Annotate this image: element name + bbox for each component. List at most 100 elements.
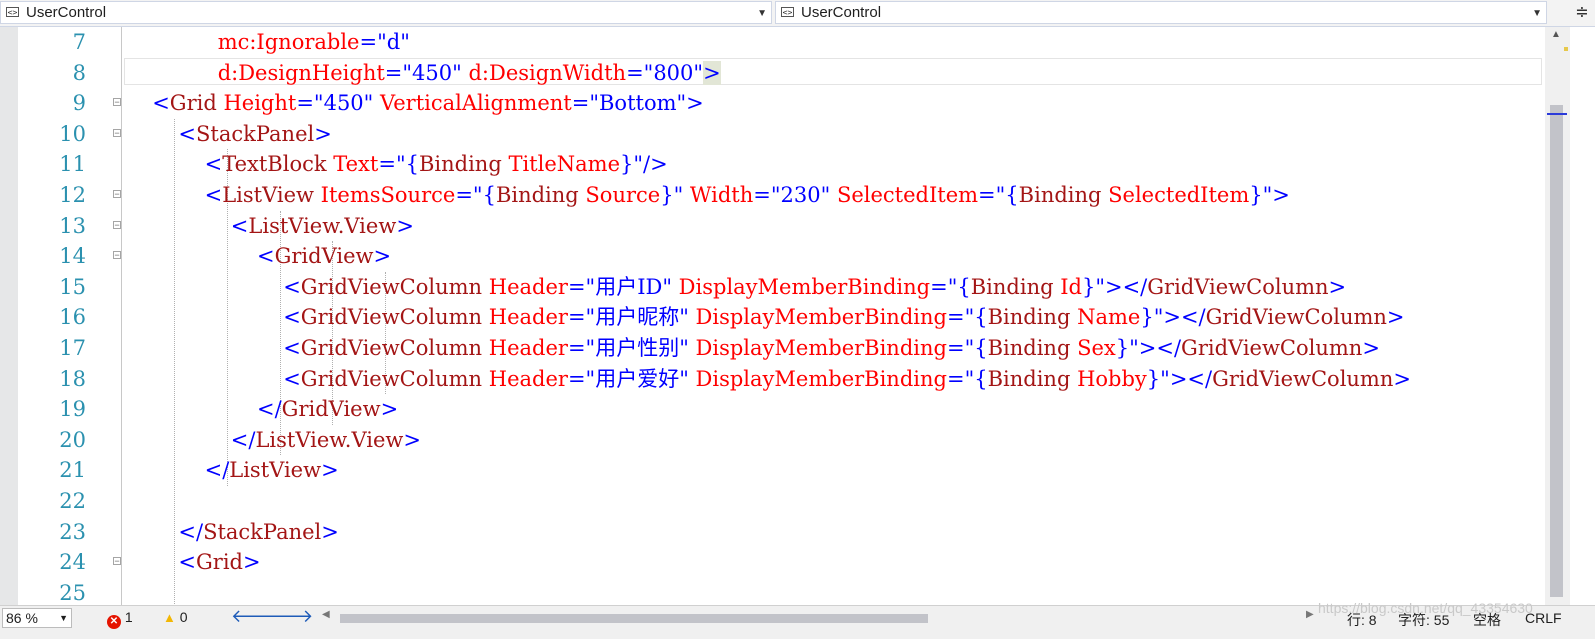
code-token: >: [703, 60, 721, 85]
code-line[interactable]: 8 d:DesignHeight="450" d:DesignWidth="800…: [0, 58, 1570, 89]
code-line[interactable]: 9 − <Grid Height="450" VerticalAlignment="…: [0, 88, 1570, 119]
zoom-value: 86 %: [6, 610, 38, 626]
code-token: >: [380, 397, 399, 422]
code-token: GridViewColumn: [300, 336, 489, 360]
split-window-icon[interactable]: ≑: [1571, 2, 1593, 24]
code-token: Binding: [418, 152, 509, 177]
collapse-icon[interactable]: −: [113, 98, 121, 107]
code-token: }"/>: [620, 152, 668, 177]
code-line[interactable]: 17 <GridViewColumn Header="用户性别" DisplayM…: [0, 333, 1570, 364]
code-token: SelectedItem: [836, 183, 979, 207]
code-line[interactable]: 22: [0, 486, 1570, 517]
code-token: ="{: [930, 274, 971, 299]
collapse-icon[interactable]: −: [113, 251, 121, 260]
code-token: DisplayMemberBinding: [695, 336, 947, 360]
code-token: ListView: [229, 458, 322, 483]
code-token: Binding: [987, 336, 1078, 360]
scroll-up-icon[interactable]: ▲: [1551, 29, 1561, 40]
code-line[interactable]: 21 </ListView>: [0, 455, 1570, 486]
code-token: Binding: [495, 183, 586, 207]
horizontal-scroll-thumb[interactable]: [340, 614, 928, 623]
code-token: >: [1393, 366, 1411, 391]
code-line[interactable]: 15 <GridViewColumn Header="用户ID" DisplayM…: [0, 272, 1570, 303]
xaml-element-icon: <>: [781, 7, 794, 17]
code-text: <GridViewColumn Header="用户ID" DisplayMem…: [283, 272, 1346, 303]
code-token: Binding: [987, 305, 1078, 330]
code-token: ="用户爱好": [567, 366, 696, 391]
code-token: }"></: [1115, 336, 1182, 360]
collapse-icon[interactable]: −: [113, 190, 121, 199]
code-text: </GridView>: [257, 394, 398, 425]
line-number: 25: [59, 580, 86, 605]
code-text: <GridViewColumn Header="用户昵称" DisplayMem…: [283, 302, 1404, 333]
collapse-icon[interactable]: −: [113, 128, 121, 137]
line-ending-indicator[interactable]: CRLF: [1525, 610, 1562, 626]
code-token: TextBlock: [222, 152, 334, 177]
scroll-right-icon[interactable]: ▶: [1306, 609, 1314, 620]
code-token: Id: [1060, 274, 1082, 299]
error-count-button[interactable]: ✕ 1: [107, 609, 133, 629]
code-token: ="Bottom">: [571, 91, 704, 116]
warning-count-button[interactable]: ▲ 0: [163, 609, 188, 625]
horizontal-scrollbar[interactable]: ◀ ▶: [318, 608, 1318, 628]
code-line[interactable]: 24 − <Grid>: [0, 547, 1570, 578]
code-token: d:DesignHeight: [217, 60, 385, 85]
vertical-scrollbar[interactable]: ▲: [1545, 27, 1570, 605]
code-text: <GridView>: [257, 241, 391, 272]
code-line[interactable]: 13 − <ListView.View>: [0, 211, 1570, 242]
code-text: <GridViewColumn Header="用户爱好" DisplayMem…: [283, 364, 1411, 395]
line-number: 21: [59, 458, 86, 483]
code-token: ="450": [296, 91, 380, 116]
code-text: <ListView ItemsSource="{Binding Source}"…: [205, 180, 1290, 211]
code-token: <: [204, 183, 223, 207]
code-token: mc:Ignorable: [217, 30, 360, 54]
zoom-dropdown[interactable]: 86 % ▼: [2, 608, 72, 628]
code-token: ="d": [359, 30, 410, 54]
code-token: </: [230, 427, 256, 452]
code-token: Header: [488, 305, 568, 330]
code-token: ="用户性别": [567, 336, 696, 360]
code-token: StackPanel: [196, 121, 315, 146]
scroll-left-icon[interactable]: ◀: [322, 609, 330, 620]
code-token: }"></: [1146, 366, 1213, 391]
caret-position-marker: [1547, 113, 1567, 115]
code-line[interactable]: 10 − <StackPanel>: [0, 119, 1570, 150]
code-line[interactable]: 7 mc:Ignorable="d": [0, 27, 1570, 58]
line-number: 19: [59, 397, 86, 422]
code-token: GridViewColumn: [1181, 336, 1363, 360]
code-token: Header: [488, 274, 568, 299]
code-line[interactable]: 18 <GridViewColumn Header="用户爱好" DisplayM…: [0, 364, 1570, 395]
member-dropdown[interactable]: <> UserControl ▼: [775, 1, 1547, 24]
code-token: TitleName: [508, 152, 620, 177]
code-line[interactable]: 12− <ListView ItemsSource="{Binding Sourc…: [0, 180, 1570, 211]
vertical-scroll-thumb[interactable]: [1550, 105, 1563, 597]
code-line[interactable]: 16 <GridViewColumn Header="用户昵称" DisplayM…: [0, 302, 1570, 333]
error-icon: ✕: [107, 615, 121, 629]
code-token: </: [257, 397, 282, 422]
type-dropdown[interactable]: <> UserControl ▼: [0, 1, 772, 24]
column-indicator[interactable]: 字符: 55: [1398, 610, 1449, 630]
code-token: >: [321, 458, 339, 483]
code-line[interactable]: 19 </GridView>: [0, 394, 1570, 425]
code-token: ="450": [384, 60, 469, 85]
code-token: Binding: [970, 274, 1061, 299]
code-token: GridViewColumn: [1147, 274, 1329, 299]
code-text: </StackPanel>: [178, 517, 339, 548]
collapse-icon[interactable]: −: [113, 557, 121, 566]
code-line[interactable]: 11 <TextBlock Text="{Binding TitleName}"/…: [0, 149, 1570, 180]
collapse-icon[interactable]: −: [113, 220, 121, 229]
navigate-forward-icon[interactable]: 🡒: [265, 606, 313, 627]
code-token: <: [152, 91, 170, 116]
whitespace-indicator[interactable]: 空格: [1473, 610, 1501, 630]
code-token: <: [178, 550, 196, 575]
code-line[interactable]: 20 </ListView.View>: [0, 425, 1570, 456]
chevron-down-icon: ▼: [1532, 8, 1542, 19]
chevron-down-icon: ▼: [757, 8, 767, 19]
code-line[interactable]: 23 </StackPanel>: [0, 517, 1570, 548]
line-indicator[interactable]: 行: 8: [1347, 610, 1377, 630]
code-token: ListView.View: [248, 213, 397, 238]
line-number: 24: [59, 550, 86, 575]
code-token: ="{: [946, 336, 988, 360]
code-editor[interactable]: 7 mc:Ignorable="d" 8 d:DesignHeight="450" d…: [0, 27, 1570, 605]
code-line[interactable]: 14 − <GridView>: [0, 241, 1570, 272]
